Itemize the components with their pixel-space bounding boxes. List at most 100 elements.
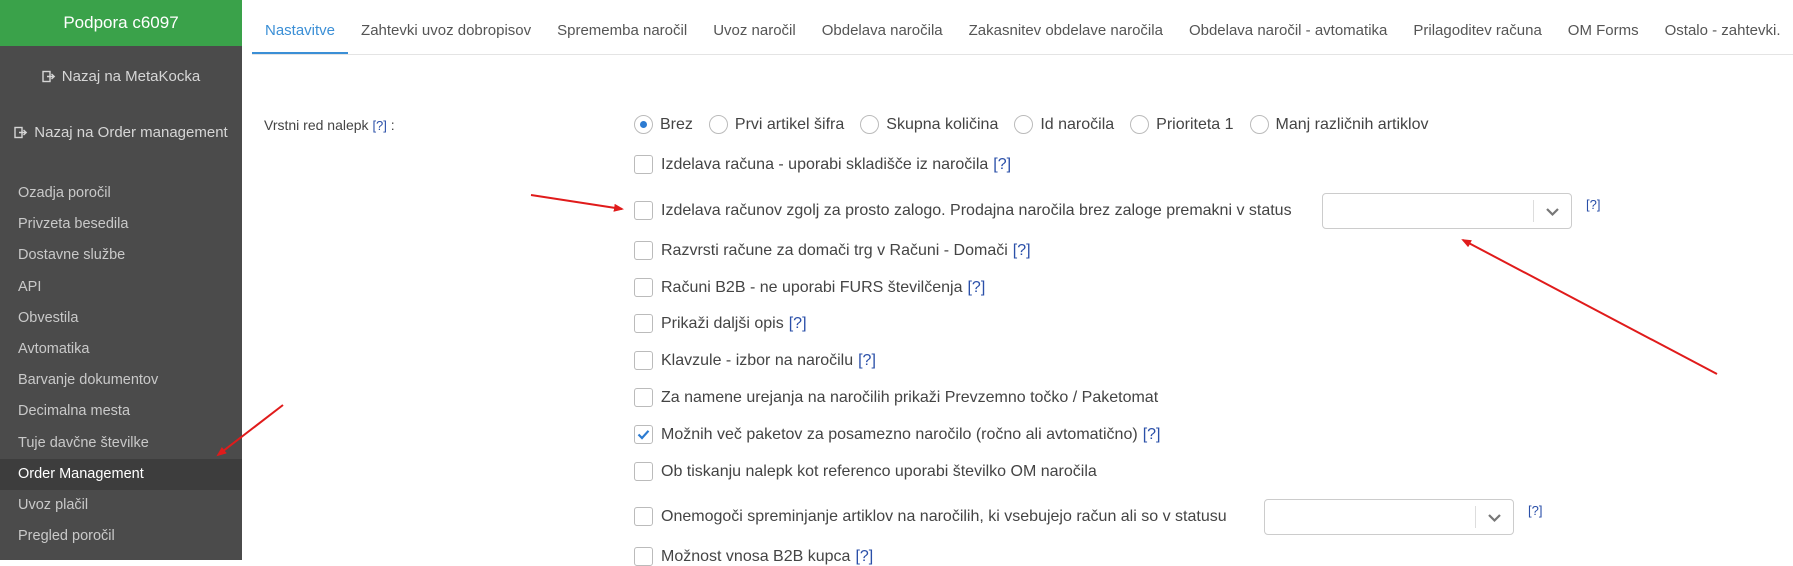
checkbox[interactable] <box>634 155 653 174</box>
option-label: Ob tiskanju nalepk kot referenco uporabi… <box>661 462 1097 480</box>
help-link[interactable]: [?] <box>967 279 985 296</box>
option-label: Izdelava računa - uporabi skladišče iz n… <box>661 155 989 173</box>
sign-out-icon <box>42 70 56 83</box>
sidebar-item-uvoz-placil[interactable]: Uvoz plačil <box>0 490 242 521</box>
annotation-arrow <box>530 194 624 212</box>
radio-label: Prioriteta 1 <box>1156 115 1234 133</box>
option-label: Izdelava računov zgolj za prosto zalogo.… <box>661 201 1292 219</box>
chevron-down-icon <box>1545 205 1560 223</box>
tab-obdelava-narocila[interactable]: Obdelava naročila <box>809 22 956 54</box>
sidebar-item-dostavne-sluzbe[interactable]: Dostavne službe <box>0 240 242 271</box>
back-link-label: Nazaj na Order management <box>34 123 228 141</box>
back-to-metakocka-link[interactable]: Nazaj na MetaKocka <box>0 61 242 91</box>
sidebar-title: Podpora c6097 <box>0 0 242 46</box>
option-vec-paketov: Možnih več paketov za posamezno naročilo… <box>634 425 1160 444</box>
back-link-label: Nazaj na MetaKocka <box>61 67 201 85</box>
radio-button[interactable] <box>1014 115 1034 134</box>
checkbox[interactable] <box>634 547 653 566</box>
status-select-onemogoci[interactable] <box>1264 499 1514 535</box>
tab-uvoz-narocil[interactable]: Uvoz naročil <box>700 22 809 54</box>
checkbox[interactable] <box>634 201 653 220</box>
option-racuni-b2b: Računi B2B - ne uporabi FURS številčenja… <box>634 278 985 297</box>
help-link[interactable]: [?] <box>1143 426 1161 443</box>
tab-obdelava-avtomatika[interactable]: Obdelava naročil - avtomatika <box>1176 22 1400 54</box>
option-prosta-zaloga: Izdelava računov zgolj za prosto zalogo.… <box>634 201 1292 220</box>
radio-label: Brez <box>660 115 693 133</box>
sidebar-item-decimalna-mesta[interactable]: Decimalna mesta <box>0 396 242 427</box>
tab-sprememba-narocil[interactable]: Sprememba naročil <box>544 22 700 54</box>
option-label: Prikaži daljši opis <box>661 314 784 332</box>
checkbox[interactable] <box>634 351 653 370</box>
label-colon: : <box>390 117 395 133</box>
tab-ostalo-zahtevki[interactable]: Ostalo - zahtevki. <box>1652 22 1793 54</box>
radio-button[interactable] <box>1249 115 1269 134</box>
sidebar-item-order-management[interactable]: Order Management <box>0 458 242 490</box>
help-link[interactable]: [?] <box>1586 197 1600 212</box>
label-order-field-label: Vrstni red nalepk [?] : <box>264 117 395 133</box>
option-prevzemno-tocko: Za namene urejanja na naročilih prikaži … <box>634 388 1158 407</box>
help-link[interactable]: [?] <box>1013 242 1031 259</box>
sidebar-item-api[interactable]: API <box>0 272 242 303</box>
help-link[interactable]: [?] <box>789 315 807 332</box>
select-divider <box>1533 200 1534 222</box>
checkbox[interactable] <box>634 241 653 260</box>
tab-om-forms[interactable]: OM Forms <box>1555 22 1652 54</box>
tab-zakasnitev-obdelave[interactable]: Zakasnitev obdelave naročila <box>956 22 1176 54</box>
checkbox[interactable] <box>634 278 653 297</box>
radio-button[interactable] <box>708 115 728 134</box>
radio-prioriteta-1[interactable]: Prioriteta 1 <box>1130 115 1234 134</box>
help-link[interactable]: [?] <box>855 548 873 565</box>
option-text: Razvrsti račune za domači trg v Računi -… <box>661 242 1031 260</box>
label-order-radio-group: Brez Prvi artikel šifra Skupna količina … <box>634 115 1444 134</box>
help-link[interactable]: [?] <box>372 118 386 133</box>
option-text: Možnost vnosa B2B kupca [?] <box>661 548 873 566</box>
radio-label: Prvi artikel šifra <box>734 115 845 133</box>
option-prikazi-daljsi-opis: Prikaži daljši opis [?] <box>634 314 807 333</box>
back-to-order-management-link[interactable]: Nazaj na Order management <box>0 117 242 147</box>
sidebar-item-tuje-davcne-stevilke[interactable]: Tuje davčne številke <box>0 428 242 459</box>
sidebar-item-barvanje-dokumentov[interactable]: Barvanje dokumentov <box>0 365 242 396</box>
option-onemogoci-spreminjanje: Onemogoči spreminjanje artiklov na naroč… <box>634 507 1227 526</box>
help-link[interactable]: [?] <box>858 352 876 369</box>
help-link[interactable]: [?] <box>993 156 1011 173</box>
radio-manj-razlicnih-artiklov[interactable]: Manj različnih artiklov <box>1249 115 1428 134</box>
select-divider <box>1475 506 1476 528</box>
checkbox[interactable] <box>634 507 653 526</box>
radio-id-narocila[interactable]: Id naročila <box>1014 115 1114 134</box>
help-link[interactable]: [?] <box>1528 503 1542 518</box>
option-text: Prikaži daljši opis [?] <box>661 315 807 333</box>
radio-skupna-kolicina[interactable]: Skupna količina <box>860 115 998 134</box>
label-order-text: Vrstni red nalepk <box>264 117 369 133</box>
option-label: Za namene urejanja na naročilih prikaži … <box>661 388 1159 406</box>
option-b2b-kupca: Možnost vnosa B2B kupca [?] <box>634 547 873 566</box>
option-label: Razvrsti račune za domači trg v Računi -… <box>661 241 1008 259</box>
status-select-prosta-zaloga[interactable] <box>1322 193 1572 229</box>
sidebar-item-ozadja-porocil[interactable]: Ozadja poročil <box>0 178 242 209</box>
tab-nastavitve[interactable]: Nastavitve <box>252 22 349 54</box>
radio-button[interactable] <box>634 115 653 134</box>
radio-brez[interactable]: Brez <box>634 115 693 134</box>
checkmark-icon <box>637 430 650 440</box>
tab-prilagoditev-racuna[interactable]: Prilagoditev računa <box>1400 22 1554 54</box>
checkbox[interactable] <box>634 462 653 481</box>
option-razvrsti-racune: Razvrsti račune za domači trg v Računi -… <box>634 241 1031 260</box>
sidebar-item-obvestila[interactable]: Obvestila <box>0 303 242 334</box>
option-label: Možnost vnosa B2B kupca <box>661 547 851 565</box>
option-label: Računi B2B - ne uporabi FURS številčenja <box>661 278 963 296</box>
sidebar-item-avtomatika[interactable]: Avtomatika <box>0 334 242 365</box>
radio-prvi-artikel-sifra[interactable]: Prvi artikel šifra <box>708 115 845 134</box>
radio-button[interactable] <box>1130 115 1150 134</box>
sidebar-item-pregled-porocil[interactable]: Pregled poročil <box>0 521 242 552</box>
checkbox[interactable] <box>634 425 653 444</box>
option-referenca-om: Ob tiskanju nalepk kot referenco uporabi… <box>634 462 1097 481</box>
radio-button[interactable] <box>860 115 880 134</box>
option-skladisce-iz-narocila: Izdelava računa - uporabi skladišče iz n… <box>634 155 1011 174</box>
radio-label: Skupna količina <box>886 115 999 133</box>
tab-zahtevki-uvoz-dobropisov[interactable]: Zahtevki uvoz dobropisov <box>348 22 544 54</box>
sign-out-icon <box>14 126 28 139</box>
checkbox[interactable] <box>634 388 653 407</box>
sidebar-item-privzeta-besedila[interactable]: Privzeta besedila <box>0 209 242 240</box>
option-text: Računi B2B - ne uporabi FURS številčenja… <box>661 279 985 297</box>
option-text: Klavzule - izbor na naročilu [?] <box>661 352 876 370</box>
checkbox[interactable] <box>634 314 653 333</box>
